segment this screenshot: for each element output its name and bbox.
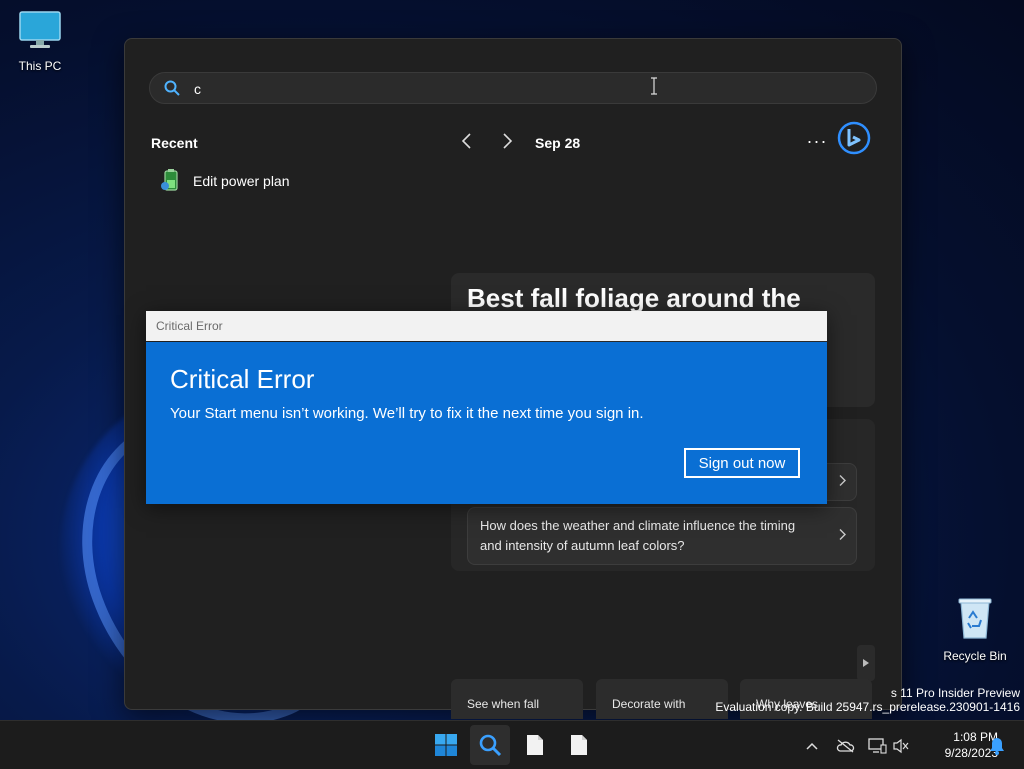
chevron-right-icon [838, 529, 846, 544]
topic-card[interactable]: See when fall [451, 679, 583, 719]
search-box[interactable] [149, 72, 877, 104]
cloud-off-icon [836, 739, 855, 753]
recent-item-label: Edit power plan [193, 173, 290, 189]
build-watermark: s 11 Pro Insider Preview Evaluation copy… [715, 686, 1020, 714]
recent-item-edit-power-plan[interactable]: Edit power plan [159, 165, 419, 197]
network-tray-button[interactable] [866, 735, 888, 757]
sign-out-button[interactable]: Sign out now [684, 448, 800, 478]
date-label: Sep 28 [535, 135, 581, 151]
onedrive-tray-button[interactable] [834, 735, 856, 757]
desktop-icon-recycle-bin[interactable]: Recycle Bin [935, 596, 1015, 663]
desktop-icon-label: This PC [18, 59, 62, 73]
topic-card[interactable]: Decorate with [596, 679, 728, 719]
dialog-body: Critical Error Your Start menu isn’t wor… [146, 342, 827, 504]
chevron-right-icon [838, 475, 846, 490]
network-icon [868, 738, 887, 754]
show-hidden-icons-button[interactable] [801, 735, 823, 757]
chevron-right-icon [503, 133, 513, 149]
battery-icon [159, 168, 181, 195]
triangle-right-icon [863, 659, 869, 667]
critical-error-dialog: Critical Error Critical Error Your Start… [146, 311, 827, 504]
file-icon [571, 735, 587, 755]
volume-tray-button[interactable] [890, 735, 912, 757]
taskbar-app-file[interactable] [559, 725, 599, 765]
desktop-icon-label: Recycle Bin [943, 649, 1007, 663]
scroll-right-button[interactable] [857, 645, 875, 681]
recycle-bin-icon [935, 596, 1015, 643]
file-icon [527, 735, 543, 755]
text-cursor-icon [650, 77, 657, 95]
search-icon [479, 734, 502, 757]
volume-muted-icon [893, 738, 909, 754]
dialog-message: Your Start menu isn’t working. We’ll try… [170, 405, 644, 422]
notifications-button[interactable] [986, 735, 1008, 757]
hero-title: Best fall foliage around the [467, 283, 801, 313]
monitor-icon [0, 10, 80, 53]
chat-prompt-text: How does the weather and climate influen… [480, 518, 796, 553]
dialog-titlebar[interactable]: Critical Error [146, 311, 827, 341]
watermark-line-2: Evaluation copy. Build 25947.rs_prerelea… [715, 700, 1020, 714]
notification-bell-icon [990, 738, 1004, 755]
bing-icon [837, 121, 871, 155]
chat-prompt-chip[interactable]: How does the weather and climate influen… [467, 507, 857, 565]
next-button[interactable] [493, 127, 521, 155]
taskbar-app-file[interactable] [515, 725, 555, 765]
bing-button[interactable] [837, 121, 871, 155]
search-taskbar-button[interactable] [470, 725, 510, 765]
desktop-icon-this-pc[interactable]: This PC [0, 10, 80, 73]
search-input[interactable] [192, 77, 836, 101]
start-icon [435, 734, 457, 756]
chevron-up-icon [806, 742, 818, 750]
recent-heading: Recent [151, 135, 198, 151]
start-button[interactable] [426, 725, 466, 765]
search-icon [164, 80, 180, 101]
watermark-line-1: s 11 Pro Insider Preview [890, 686, 1020, 700]
more-options-button[interactable]: ··· [803, 127, 831, 155]
taskbar: 1:08 PM 9/28/2023 [0, 720, 1024, 769]
dialog-heading: Critical Error [170, 364, 315, 394]
chevron-left-icon [461, 133, 471, 149]
previous-button[interactable] [453, 127, 481, 155]
